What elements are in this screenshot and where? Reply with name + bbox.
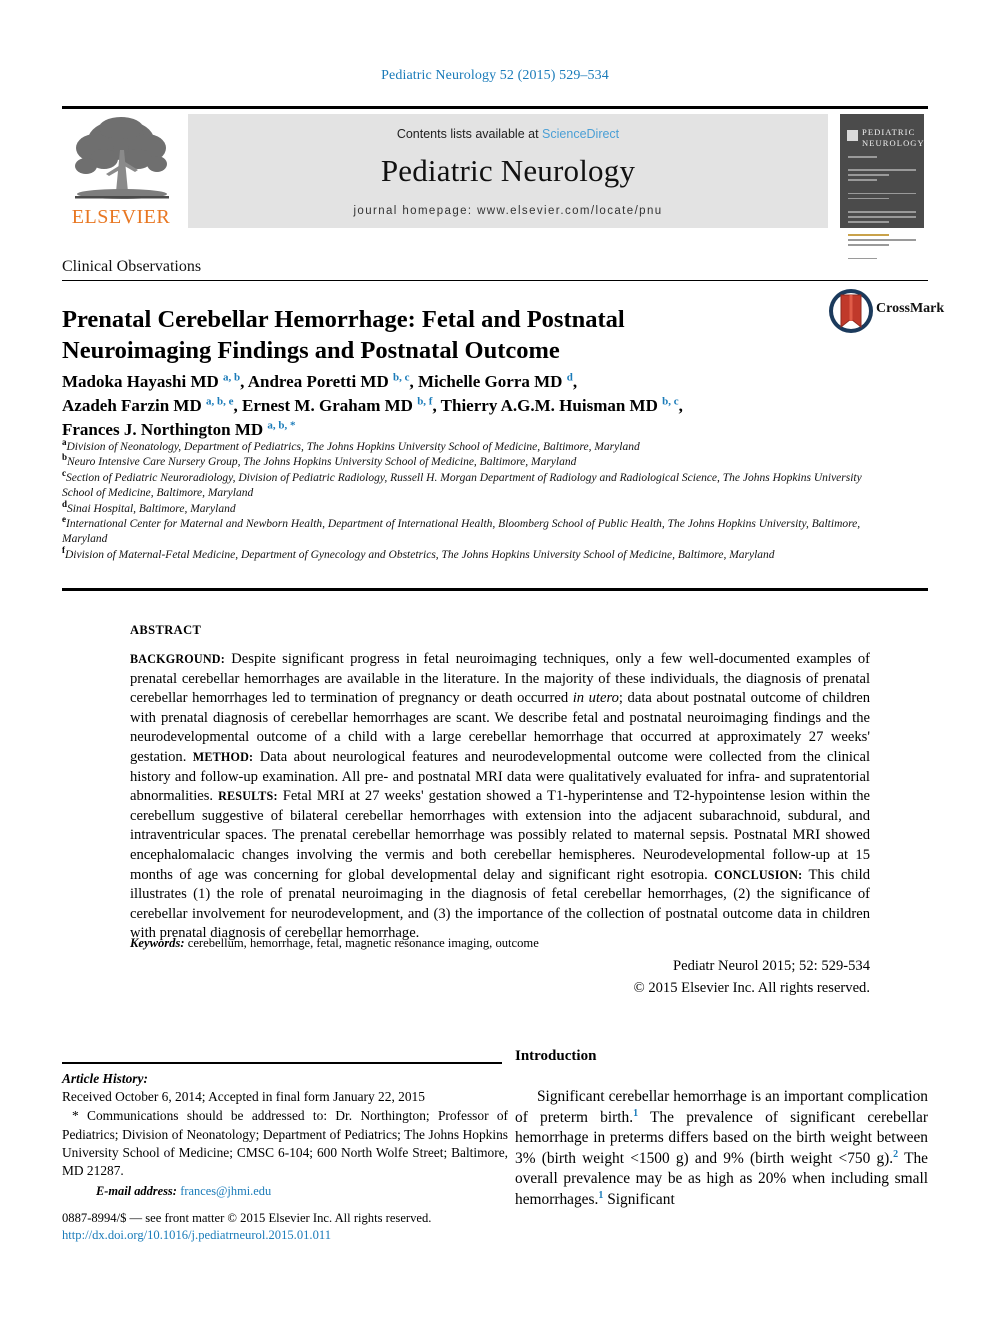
introduction-column: Introduction Significant cerebellar hemo… (515, 1048, 928, 1211)
keywords-label: Keywords: (130, 936, 185, 950)
abstract-method-label: METHOD: (192, 749, 254, 764)
elsevier-logo: ELSEVIER (62, 114, 180, 229)
affiliation-item: aDivision of Neonatology, Department of … (62, 437, 640, 453)
introduction-heading: Introduction (515, 1048, 597, 1064)
sciencedirect-link[interactable]: ScienceDirect (542, 127, 619, 141)
article-history-rule (62, 1062, 502, 1064)
abstract-background-text: Despite significant progress in fetal ne… (130, 651, 871, 765)
article-section-label: Clinical Observations (62, 258, 202, 275)
introduction-paragraph: Significant cerebellar hemorrhage is an … (515, 1088, 929, 1208)
contents-available-line: Contents lists available at ScienceDirec… (188, 127, 828, 141)
elsevier-tree-icon (75, 117, 169, 199)
affiliation-item: cSection of Pediatric Neuroradiology, Di… (62, 467, 862, 500)
abstract-conclusion-label: CONCLUSION: (714, 867, 803, 882)
abstract-heading: ABSTRACT (130, 623, 202, 637)
cover-title: PEDIATRIC NEUROLOGY (862, 127, 925, 148)
keywords-line: Keywords: cerebellum, hemorrhage, fetal,… (130, 935, 870, 952)
email-label: E-mail address: (96, 1184, 177, 1199)
copyright-text: © 2015 Elsevier Inc. All rights reserved… (633, 980, 870, 996)
journal-band: Contents lists available at ScienceDirec… (188, 114, 828, 228)
cover-publisher-mark-icon (847, 130, 858, 141)
abstract-citation-block: Pediatr Neurol 2015; 52: 529-534 © 2015 … (130, 955, 870, 999)
journal-title: Pediatric Neurology (380, 153, 636, 188)
article-title: Prenatal Cerebellar Hemorrhage: Fetal an… (62, 306, 625, 365)
affiliation-item: bNeuro Intensive Care Nursery Group, The… (62, 452, 577, 469)
article-history-received: Received October 6, 2014; Accepted in fi… (62, 1089, 425, 1105)
journal-homepage-link[interactable]: journal homepage: www.elsevier.com/locat… (188, 205, 828, 217)
section-label-rule (62, 280, 928, 281)
journal-article-page: Pediatric Neurology 52 (2015) 529–534 EL… (0, 0, 990, 1320)
journal-cover-thumbnail[interactable]: PEDIATRIC NEUROLOGY (836, 110, 928, 260)
affiliation-item: dSinai Hospital, Baltimore, Maryland (62, 498, 236, 515)
journal-masthead: ELSEVIER Contents lists available at Sci… (62, 106, 928, 260)
article-history-block: Article History: Received October 6, 201… (62, 1070, 508, 1200)
masthead-top-rule (62, 106, 928, 109)
doi-link[interactable]: http://dx.doi.org/10.1016/j.pediatrneuro… (62, 1227, 522, 1244)
affiliation-item: fDivision of Maternal-Fetal Medicine, De… (62, 545, 775, 561)
crossmark-icon (829, 289, 873, 333)
crossmark-label: CrossMark (876, 301, 945, 316)
footer-issn-block: 0887-8994/$ — see front matter © 2015 El… (62, 1210, 522, 1244)
author-list: Madoka Hayashi MD a, b, Andrea Poretti M… (62, 371, 683, 439)
abstract-body: BACKGROUND: Despite significant progress… (130, 650, 870, 944)
cover-image: PEDIATRIC NEUROLOGY (840, 114, 925, 260)
email-row: E-mail address: frances@jhmi.edu (62, 1182, 508, 1200)
contents-prefix: Contents lists available at (396, 127, 539, 141)
issn-line: 0887-8994/$ — see front matter © 2015 El… (62, 1211, 432, 1225)
citation-text: Pediatr Neurol 2015; 52: 529-534 (673, 958, 870, 974)
cover-placeholder-lines (848, 156, 916, 263)
abstract-background-label: BACKGROUND: (130, 652, 225, 666)
email-link[interactable]: frances@jhmi.edu (180, 1184, 271, 1198)
affiliation-list: aDivision of Neonatology, Department of … (62, 437, 862, 563)
correspondence-note: * Communications should be addressed to:… (62, 1108, 508, 1179)
article-history-title: Article History: (62, 1071, 148, 1086)
abstract-top-rule (62, 588, 928, 591)
keywords-value: cerebellum, hemorrhage, fetal, magnetic … (187, 936, 539, 950)
affiliation-item: eInternational Center for Maternal and N… (62, 514, 861, 546)
abstract-results-label: RESULTS: (218, 789, 278, 804)
crossmark-badge[interactable]: CrossMark (828, 288, 950, 334)
running-head: Pediatric Neurology 52 (2015) 529–534 (381, 68, 609, 83)
elsevier-wordmark: ELSEVIER (71, 206, 171, 228)
